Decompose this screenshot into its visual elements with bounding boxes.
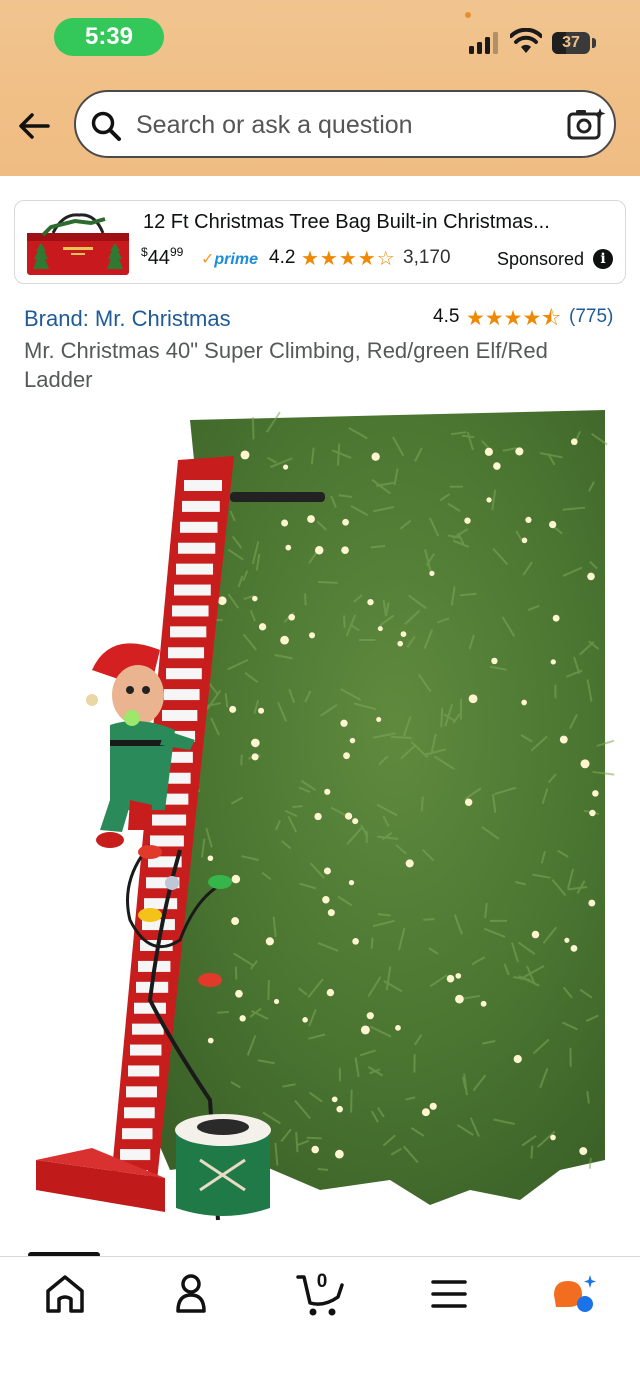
brand-link[interactable]: Brand: Mr. Christmas	[24, 306, 231, 332]
ad-price-cents: 99	[169, 245, 184, 259]
prime-badge: ✓prime	[201, 249, 258, 269]
ad-price-dollars: 44	[147, 247, 170, 269]
search-bar[interactable]	[74, 90, 616, 158]
prime-label: prime	[214, 251, 258, 268]
search-input[interactable]	[134, 102, 538, 148]
ad-price-currency: $	[141, 245, 148, 259]
privacy-indicator	[465, 12, 471, 18]
ad-price: $4499	[141, 245, 184, 270]
product-rating-value: 4.5	[433, 306, 460, 327]
app-header: 5:39 37	[0, 0, 640, 176]
info-icon[interactable]: i	[593, 249, 613, 269]
bottom-navigation: 0	[0, 1256, 640, 1387]
status-time: 5:39	[54, 18, 164, 56]
sponsored-label: Sponsored	[497, 249, 585, 269]
ad-product-thumbnail	[27, 213, 129, 275]
rufus-icon[interactable]	[550, 1271, 600, 1317]
cart-button[interactable]: 0	[296, 1271, 346, 1317]
product-star-rating-icon[interactable]: ★★★★⯪	[466, 304, 561, 339]
sponsored-ad-banner[interactable]: 12 Ft Christmas Tree Bag Built-in Christ…	[14, 200, 626, 284]
ad-title[interactable]: 12 Ft Christmas Tree Bag Built-in Christ…	[143, 211, 603, 237]
motor-base	[175, 1114, 271, 1216]
ad-star-rating-icon: ★★★★☆	[301, 248, 396, 270]
battery-indicator: 37	[552, 32, 590, 54]
product-review-count-link[interactable]: (775)	[569, 306, 613, 328]
account-icon[interactable]	[166, 1271, 216, 1317]
home-icon[interactable]	[40, 1271, 90, 1317]
wifi-icon	[510, 28, 542, 53]
ad-review-count: 3,170	[403, 247, 451, 268]
camera-search-icon[interactable]	[566, 106, 606, 142]
cellular-signal-icon	[469, 32, 498, 54]
product-image[interactable]	[0, 400, 640, 1230]
menu-icon[interactable]	[424, 1271, 474, 1317]
search-icon	[91, 111, 121, 141]
battery-level: 37	[562, 34, 580, 51]
ad-rating-value: 4.2	[269, 247, 296, 268]
product-title: Mr. Christmas 40" Super Climbing, Red/gr…	[24, 338, 548, 392]
prime-check-icon: ✓	[201, 251, 215, 268]
battery-cap	[592, 38, 596, 48]
cart-count: 0	[316, 1271, 328, 1292]
back-arrow-icon[interactable]	[14, 104, 58, 148]
